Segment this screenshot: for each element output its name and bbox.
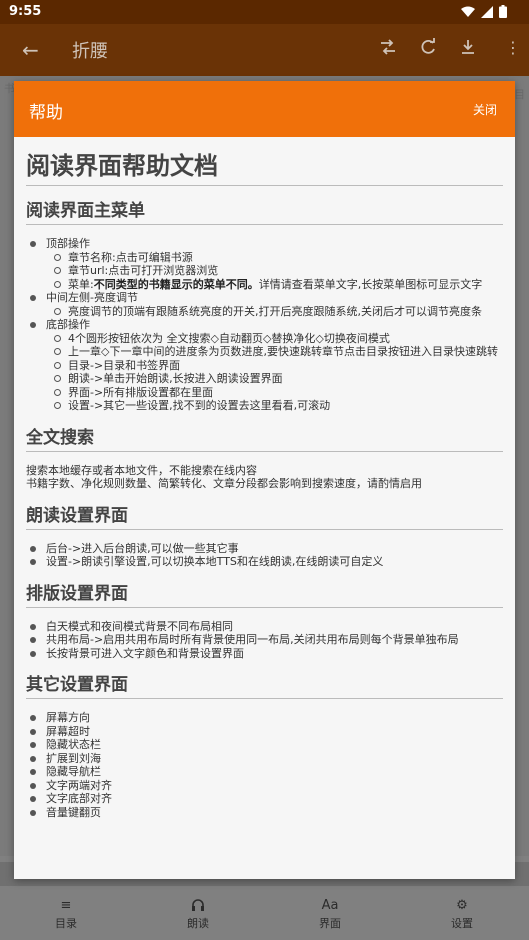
sub-list-item: 菜单:不同类型的书籍显示的菜单不同。详情请查看菜单文字,长按菜单图标可显示文字 <box>54 277 503 292</box>
section-heading-layout: 排版设置界面 <box>26 583 503 608</box>
sub-list-item: 章节名称:点击可编辑书源 <box>54 251 503 265</box>
battery-icon <box>499 5 507 18</box>
gear-icon: ⚙ <box>456 898 468 913</box>
sub-list-item: 朗读->单击开始朗读,长按进入朗读设置界面 <box>54 372 503 386</box>
search-line-1: 搜索本地缓存或者本地文件，不能搜索在线内容 <box>26 463 257 477</box>
list-item-label: 底部操作 <box>46 318 90 331</box>
section-heading-search: 全文搜索 <box>26 427 503 452</box>
section-heading-main-menu: 阅读界面主菜单 <box>26 200 503 225</box>
list-item: 设置->朗读引擎设置,可以切换本地TTS和在线朗读,在线朗读可自定义 <box>30 555 503 569</box>
other-settings-list: 屏幕方向 屏幕超时 隐藏状态栏 扩展到刘海 隐藏导航栏 文字两端对齐 文字底部对… <box>26 711 503 819</box>
font-icon: Aa <box>321 898 339 913</box>
layout-list: 白天模式和夜间模式背景不同布局相同 共用布局->启用共用布局时所有背景使用同一布… <box>26 620 503 661</box>
list-item: 共用布局->启用共用布局时所有背景使用同一布局,关闭共用布局则每个背景单独布局 <box>30 633 503 647</box>
list-item: 后台->进入后台朗读,可以做一些其它事 <box>30 542 503 556</box>
sub-list: 亮度调节的顶端有跟随系统亮度的开关,打开后亮度跟随系统,关闭后才可以调节亮度条 <box>46 305 503 319</box>
section-heading-tts: 朗读设置界面 <box>26 505 503 530</box>
list-item: 隐藏导航栏 <box>30 765 503 779</box>
signal-icon <box>481 5 493 18</box>
app-actions <box>379 38 477 56</box>
list-item: 底部操作 4个圆形按钮依次为 全文搜索◇自动翻页◇替换净化◇切换夜间模式 上一章… <box>30 318 503 413</box>
list-item: 隐藏状态栏 <box>30 738 503 752</box>
sub-list-item: 4个圆形按钮依次为 全文搜索◇自动翻页◇替换净化◇切换夜间模式 <box>54 332 503 346</box>
nav-settings[interactable]: ⚙ 设置 <box>427 898 497 931</box>
list-item: 文字底部对齐 <box>30 792 503 806</box>
list-item: 音量键翻页 <box>30 806 503 820</box>
more-options-icon[interactable]: ⋮ <box>505 38 521 57</box>
list-item-label: 顶部操作 <box>46 237 90 250</box>
list-item: 顶部操作 章节名称:点击可编辑书源 章节url:点击可打开浏览器浏览 菜单:不同… <box>30 237 503 292</box>
list-item: 扩展到刘海 <box>30 752 503 766</box>
tts-list: 后台->进入后台朗读,可以做一些其它事 设置->朗读引擎设置,可以切换本地TTS… <box>26 542 503 569</box>
nav-interface[interactable]: Aa 界面 <box>295 898 365 931</box>
status-icons <box>461 5 507 18</box>
download-icon[interactable] <box>459 38 477 56</box>
list-item: 中间左侧-亮度调节 亮度调节的顶端有跟随系统亮度的开关,打开后亮度跟随系统,关闭… <box>30 291 503 319</box>
list-item: 屏幕方向 <box>30 711 503 725</box>
sub-list-item: 章节url:点击可打开浏览器浏览 <box>54 264 503 278</box>
nav-read-aloud-label: 朗读 <box>187 917 209 930</box>
search-description: 搜索本地缓存或者本地文件，不能搜索在线内容 书籍字数、净化规则数量、简繁转化、文… <box>26 464 503 491</box>
sub-list-item: 目录->目录和书签界面 <box>54 359 503 373</box>
reader-edge-text-right: 目 <box>514 88 525 101</box>
status-time: 9:55 <box>9 4 42 19</box>
nav-interface-label: 界面 <box>319 917 341 930</box>
toc-icon: ≡ <box>60 898 72 913</box>
list-item: 屏幕超时 <box>30 725 503 739</box>
change-source-icon[interactable] <box>379 38 397 56</box>
nav-settings-label: 设置 <box>451 917 473 930</box>
sub-list: 章节名称:点击可编辑书源 章节url:点击可打开浏览器浏览 菜单:不同类型的书籍… <box>46 251 503 292</box>
refresh-icon[interactable] <box>419 38 437 56</box>
section-heading-other: 其它设置界面 <box>26 674 503 699</box>
dialog-title: 帮助 <box>29 103 63 123</box>
help-document[interactable]: 阅读界面帮助文档 阅读界面主菜单 顶部操作 章节名称:点击可编辑书源 章节url… <box>14 137 515 879</box>
dialog-header: 帮助 关闭 <box>14 81 515 137</box>
nav-toc-label: 目录 <box>55 917 77 930</box>
doc-title: 阅读界面帮助文档 <box>26 151 503 186</box>
app-bar: ← 折腰 ⋮ <box>0 24 529 76</box>
sub-list-item: 上一章◇下一章中间的进度条为页数进度,要快速跳转章节点击目录按钮进入目录快速跳转 <box>54 345 503 359</box>
nav-toc[interactable]: ≡ 目录 <box>31 898 101 931</box>
main-menu-list: 顶部操作 章节名称:点击可编辑书源 章节url:点击可打开浏览器浏览 菜单:不同… <box>26 237 503 413</box>
sub-list-item: 亮度调节的顶端有跟随系统亮度的开关,打开后亮度跟随系统,关闭后才可以调节亮度条 <box>54 305 503 319</box>
back-arrow-icon[interactable]: ← <box>22 38 39 62</box>
sub-list-item: 界面->所有排版设置都在里面 <box>54 386 503 400</box>
menu-bold-text: 不同类型的书籍显示的菜单不同。 <box>93 277 259 291</box>
sub-list-item: 设置->其它一些设置,找不到的设置去这里看看,可滚动 <box>54 399 503 413</box>
list-item: 白天模式和夜间模式背景不同布局相同 <box>30 620 503 634</box>
list-item: 长按背景可进入文字颜色和背景设置界面 <box>30 647 503 661</box>
menu-rest-text: 详情请查看菜单文字,长按菜单图标可显示文字 <box>258 277 483 291</box>
status-bar: 9:55 <box>0 0 529 24</box>
help-dialog: 帮助 关闭 阅读界面帮助文档 阅读界面主菜单 顶部操作 章节名称:点击可编辑书源… <box>14 81 515 879</box>
list-item-label: 中间左侧-亮度调节 <box>46 291 138 304</box>
book-title: 折腰 <box>72 41 108 62</box>
search-line-2: 书籍字数、净化规则数量、简繁转化、文章分段都会影响到搜索速度，请酌情启用 <box>26 477 422 490</box>
sub-list: 4个圆形按钮依次为 全文搜索◇自动翻页◇替换净化◇切换夜间模式 上一章◇下一章中… <box>46 332 503 413</box>
headphones-icon <box>163 898 233 912</box>
menu-prefix: 菜单: <box>68 277 94 291</box>
list-item: 文字两端对齐 <box>30 779 503 793</box>
nav-read-aloud[interactable]: 朗读 <box>163 898 233 931</box>
wifi-icon <box>461 6 475 17</box>
close-button[interactable]: 关闭 <box>473 101 497 118</box>
